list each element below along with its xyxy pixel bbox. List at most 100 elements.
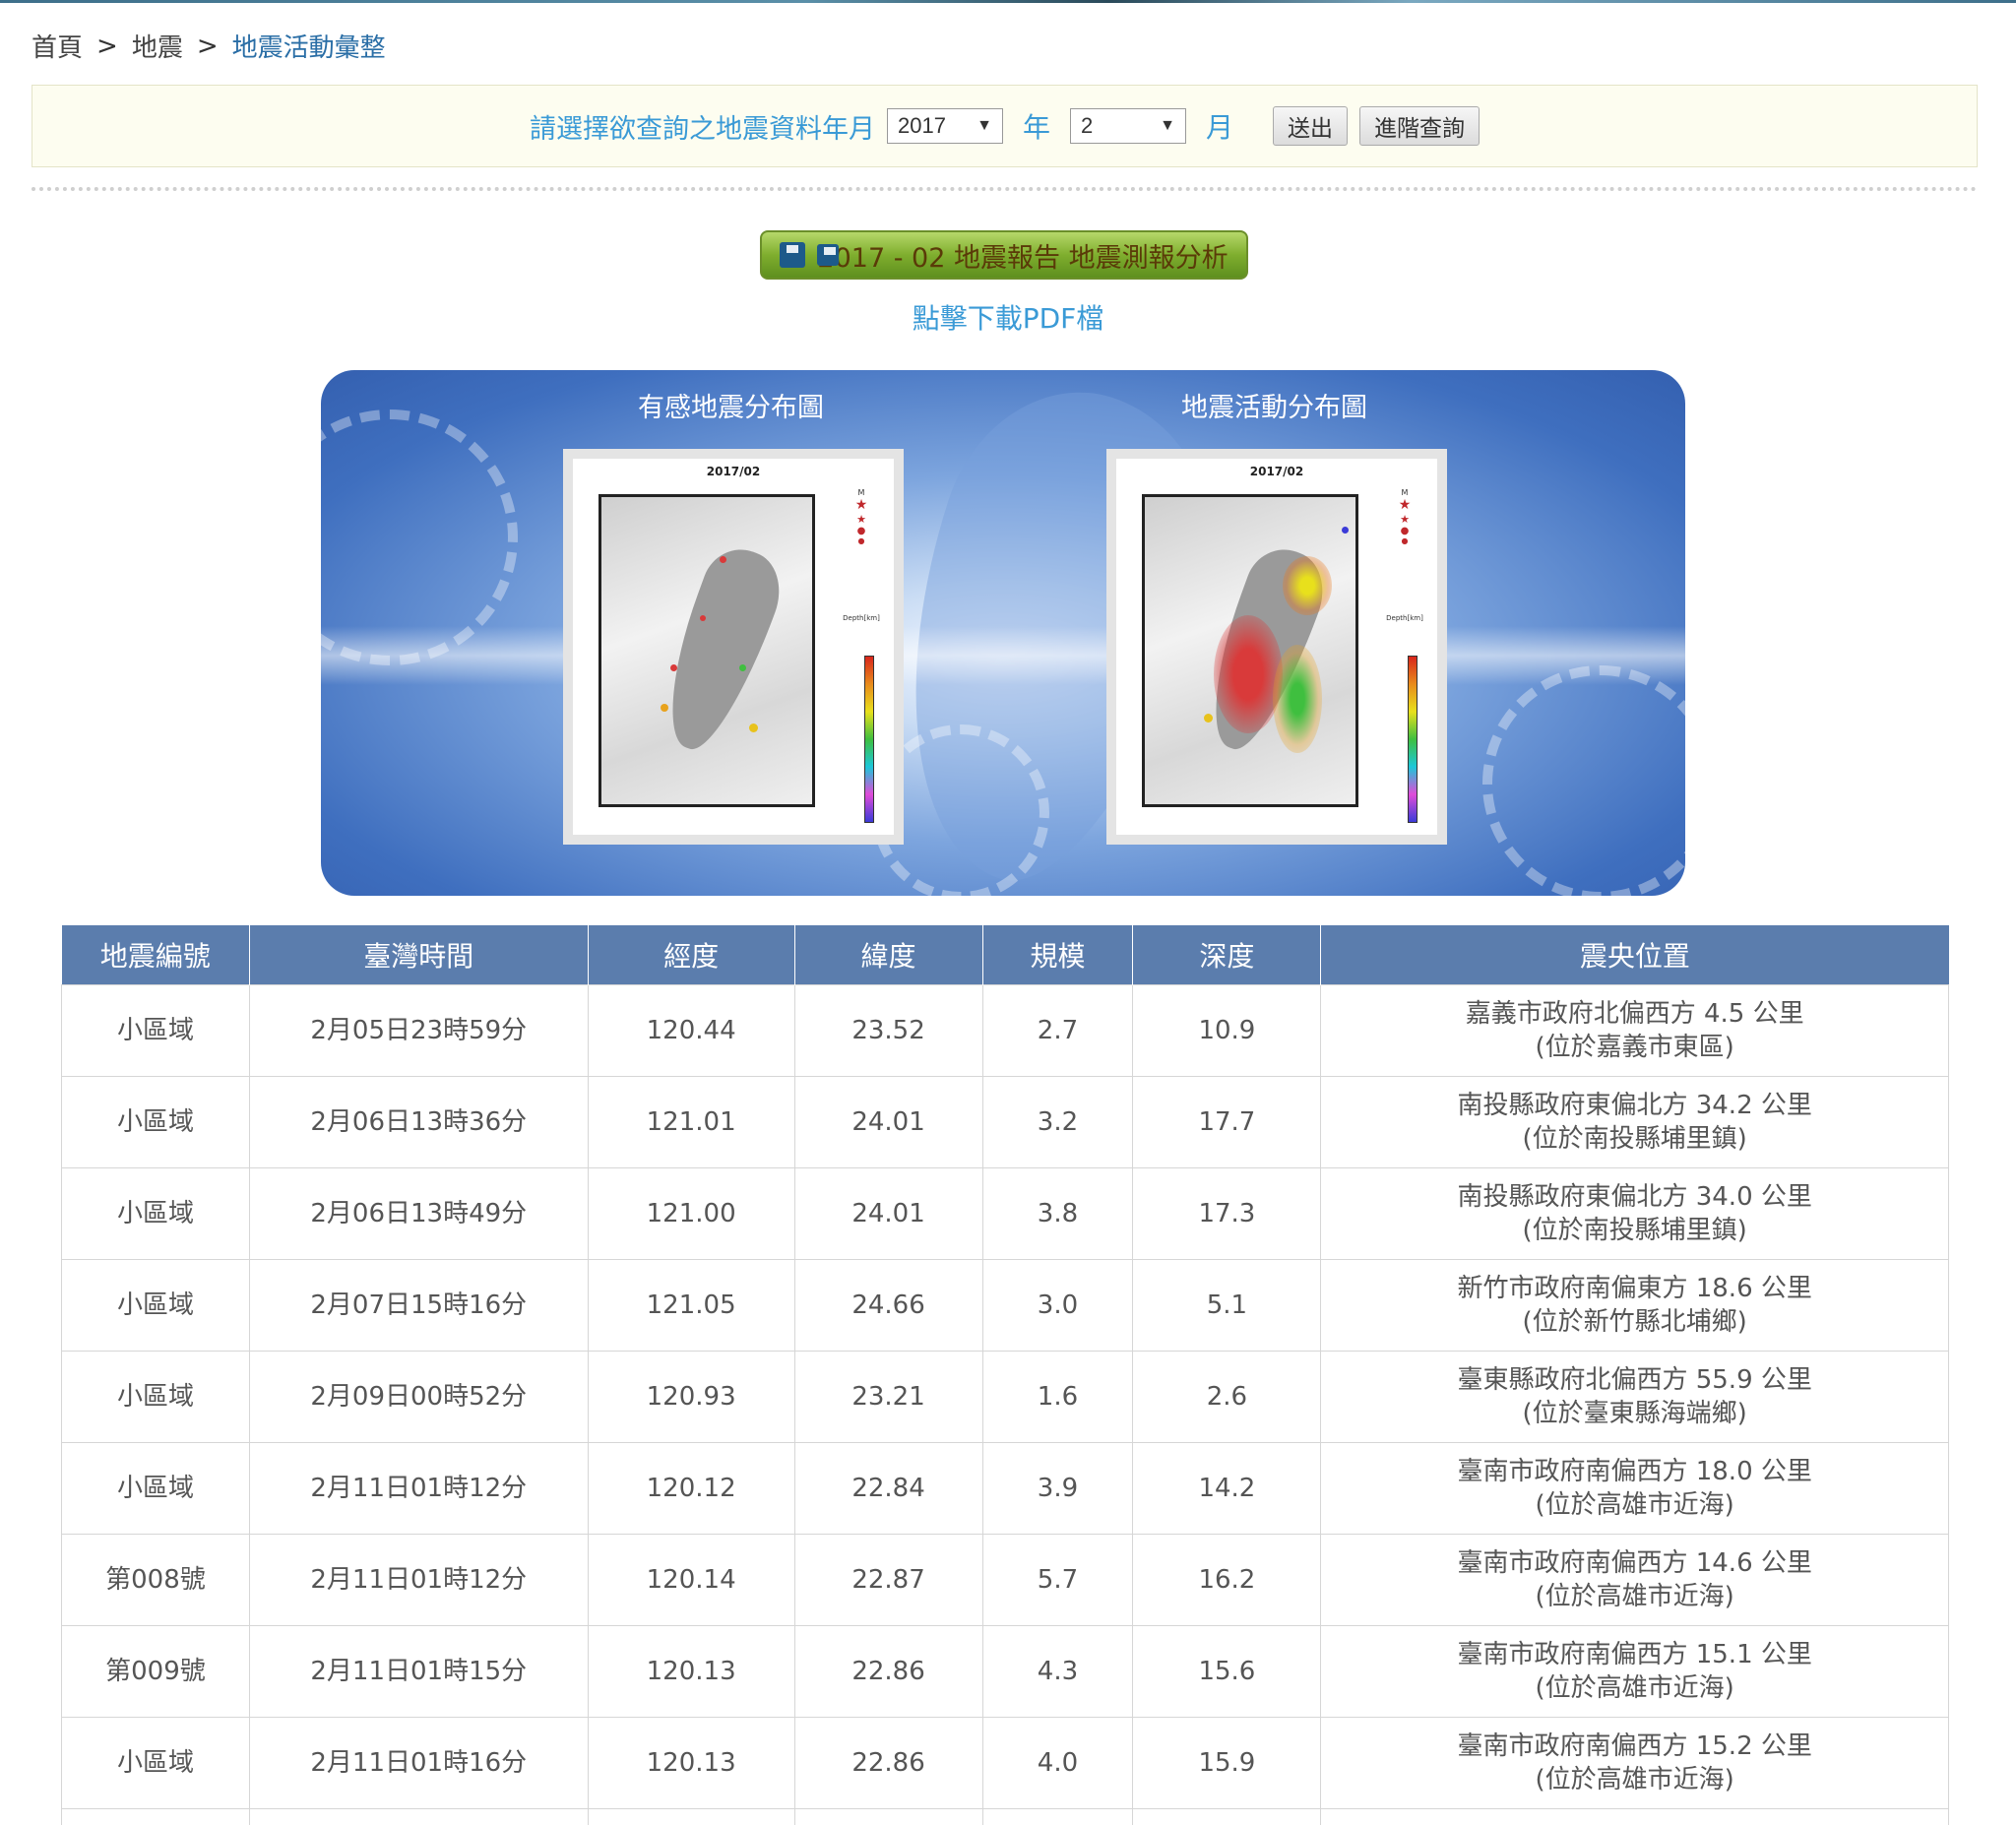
cell-time: 2月11日01時12分 <box>248 1441 589 1535</box>
monthly-report-button[interactable]: 2017 - 02 地震報告 地震測報分析 <box>760 230 1248 280</box>
cell-longitude: 120.13 <box>587 1624 795 1718</box>
location-distance: 臺東縣政府北偏西方 55.9 公里 <box>1457 1364 1812 1395</box>
location-area: (位於高雄市近海) <box>1535 1489 1734 1520</box>
breadcrumb: 首頁 > 地震 > 地震活動彙整 <box>32 28 386 64</box>
cell-location: 新竹市政府南偏東方 18.6 公里 (位於新竹縣北埔鄉) <box>1320 1258 1949 1352</box>
query-form: 請選擇欲查詢之地震資料年月 2017 ▼ 年 2 ▼ 月 送出 進階查詢 <box>32 85 1978 167</box>
cell-depth: 16.2 <box>1132 1533 1322 1626</box>
location-distance: 嘉義市政府北偏西方 4.5 公里 <box>1465 998 1804 1029</box>
cell-depth: 10.9 <box>1132 983 1322 1077</box>
breadcrumb-section-link[interactable]: 地震 <box>132 28 183 64</box>
circle-icon: ● <box>856 526 866 536</box>
location-area: (位於高雄市近海) <box>1535 1581 1734 1611</box>
depth-legend-label: Depth[km] <box>843 614 880 622</box>
breadcrumb-separator: > <box>96 31 118 61</box>
month-select[interactable]: 2 ▼ <box>1070 108 1186 144</box>
location-area: (位於嘉義市東區) <box>1535 1032 1734 1062</box>
table-row[interactable]: 小區域 2月09日00時52分 120.93 23.21 1.6 2.6 臺東縣… <box>61 1350 1949 1443</box>
breadcrumb-separator: > <box>196 31 219 61</box>
quake-cluster <box>1283 556 1332 615</box>
column-header-id: 地震編號 <box>61 925 250 984</box>
breadcrumb-home-link[interactable]: 首頁 <box>32 28 83 64</box>
cell-magnitude: 1.6 <box>981 1350 1134 1443</box>
cell-magnitude: 3.8 <box>981 1166 1134 1260</box>
table-row[interactable]: 第009號 2月11日01時15分 120.13 22.86 4.3 15.6 … <box>61 1624 1949 1718</box>
legend-title: M <box>1401 488 1409 497</box>
dotted-divider <box>32 187 1978 191</box>
cell-longitude: 121.05 <box>587 1258 795 1352</box>
star-icon: ★ <box>1400 513 1410 526</box>
location-area: (位於南投縣埔里鎮) <box>1522 1215 1747 1245</box>
cell-magnitude: 4.3 <box>981 1624 1134 1718</box>
cell-time: 2月07日15時16分 <box>248 1258 589 1352</box>
table-row[interactable]: 小區域 2月06日13時36分 121.01 24.01 3.2 17.7 南投… <box>61 1075 1949 1168</box>
table-row[interactable]: 小區域 2月07日15時16分 121.05 24.66 3.0 5.1 新竹市… <box>61 1258 1949 1352</box>
cell-time: 2月06日13時36分 <box>248 1075 589 1168</box>
map-frame <box>598 494 815 807</box>
cell-depth: 17.3 <box>1132 1166 1322 1260</box>
top-strip <box>0 0 2016 3</box>
cell-id[interactable]: 第009號 <box>61 1624 250 1718</box>
quake-dot <box>749 724 758 732</box>
quake-dot <box>1342 527 1349 534</box>
quake-dot <box>661 704 668 712</box>
cell-longitude: 120.93 <box>587 1350 795 1443</box>
cell-location: 臺南市政府南偏西方 14.6 公里 (位於高雄市近海) <box>1320 1533 1949 1626</box>
cell-longitude: 121.00 <box>587 1166 795 1260</box>
cell-latitude: 22.84 <box>793 1441 983 1535</box>
location-distance: 臺南市政府南偏西方 15.1 公里 <box>1457 1639 1812 1669</box>
cell-time: 2月09日00時52分 <box>248 1350 589 1443</box>
depth-legend-label: Depth[km] <box>1386 614 1423 622</box>
earthquake-table: 地震編號 臺灣時間 經度 緯度 規模 深度 震央位置 小區域 2月05日23時5… <box>61 925 1949 1825</box>
table-row[interactable]: 小區域 2月05日23時59分 120.44 23.52 2.7 10.9 嘉義… <box>61 983 1949 1077</box>
advanced-query-button[interactable]: 進階查詢 <box>1359 106 1480 146</box>
cell-depth: 15.6 <box>1132 1624 1322 1718</box>
cell-depth: 17.7 <box>1132 1075 1322 1168</box>
felt-quake-map[interactable]: 2017/02 M ★ ★ ● ● Depth[km] <box>563 449 904 845</box>
cell-depth: 14.2 <box>1132 1441 1322 1535</box>
year-unit-label: 年 <box>1022 111 1050 144</box>
location-area: (位於新竹縣北埔鄉) <box>1522 1306 1747 1337</box>
chevron-down-icon: ▼ <box>976 117 992 134</box>
column-header-longitude: 經度 <box>588 925 795 984</box>
quake-dot <box>739 664 746 671</box>
submit-button[interactable]: 送出 <box>1273 106 1349 146</box>
pdf-download-link[interactable]: 點擊下載PDF檔 <box>0 297 2016 337</box>
cell-depth: 2.6 <box>1132 1350 1322 1443</box>
cell-longitude: 120.14 <box>587 1533 795 1626</box>
location-distance: 南投縣政府東偏北方 34.0 公里 <box>1457 1181 1812 1212</box>
cell-id: 小區域 <box>61 1716 250 1809</box>
table-row[interactable]: 第008號 2月11日01時12分 120.14 22.87 5.7 16.2 … <box>61 1533 1949 1626</box>
map-date: 2017/02 <box>1249 465 1304 478</box>
quake-dot <box>700 615 706 621</box>
column-header-location: 震央位置 <box>1320 925 1949 984</box>
quake-cluster <box>1214 615 1283 733</box>
save-disk-icon <box>817 244 840 266</box>
cell-magnitude: 5.7 <box>981 1533 1134 1626</box>
activity-map[interactable]: 2017/02 M ★ ★ ● ● Depth[km] <box>1106 449 1447 845</box>
map-banner: 有感地震分布圖 地震活動分布圖 2017/02 M ★ ★ ● ● Depth[… <box>321 370 1685 896</box>
table-row-partial <box>61 1807 1949 1825</box>
cell-id: 小區域 <box>61 1441 250 1535</box>
table-row[interactable]: 小區域 2月11日01時16分 120.13 22.86 4.0 15.9 臺南… <box>61 1716 1949 1809</box>
light-band-decoration <box>321 626 1685 685</box>
cell-id[interactable]: 第008號 <box>61 1533 250 1626</box>
location-distance: 南投縣政府東偏北方 34.2 公里 <box>1457 1090 1812 1120</box>
map-date: 2017/02 <box>706 465 761 478</box>
year-select-value: 2017 <box>897 113 946 138</box>
cell-time: 2月06日13時49分 <box>248 1166 589 1260</box>
chevron-down-icon: ▼ <box>1160 117 1175 134</box>
table-row[interactable]: 小區域 2月06日13時49分 121.00 24.01 3.8 17.3 南投… <box>61 1166 1949 1260</box>
year-select[interactable]: 2017 ▼ <box>886 108 1003 144</box>
quake-cluster <box>1273 645 1322 753</box>
taiwan-land-shape <box>647 538 792 761</box>
query-prompt: 請選擇欲查詢之地震資料年月 <box>529 113 875 145</box>
cell-latitude: 24.01 <box>793 1166 983 1260</box>
location-distance: 臺南市政府南偏西方 15.2 公里 <box>1457 1731 1812 1761</box>
cell-id: 小區域 <box>61 983 250 1077</box>
table-row[interactable]: 小區域 2月11日01時12分 120.12 22.84 3.9 14.2 臺南… <box>61 1441 1949 1535</box>
cell-id: 小區域 <box>61 1075 250 1168</box>
cell-magnitude: 3.2 <box>981 1075 1134 1168</box>
column-header-magnitude: 規模 <box>982 925 1134 984</box>
cell-time: 2月11日01時15分 <box>248 1624 589 1718</box>
